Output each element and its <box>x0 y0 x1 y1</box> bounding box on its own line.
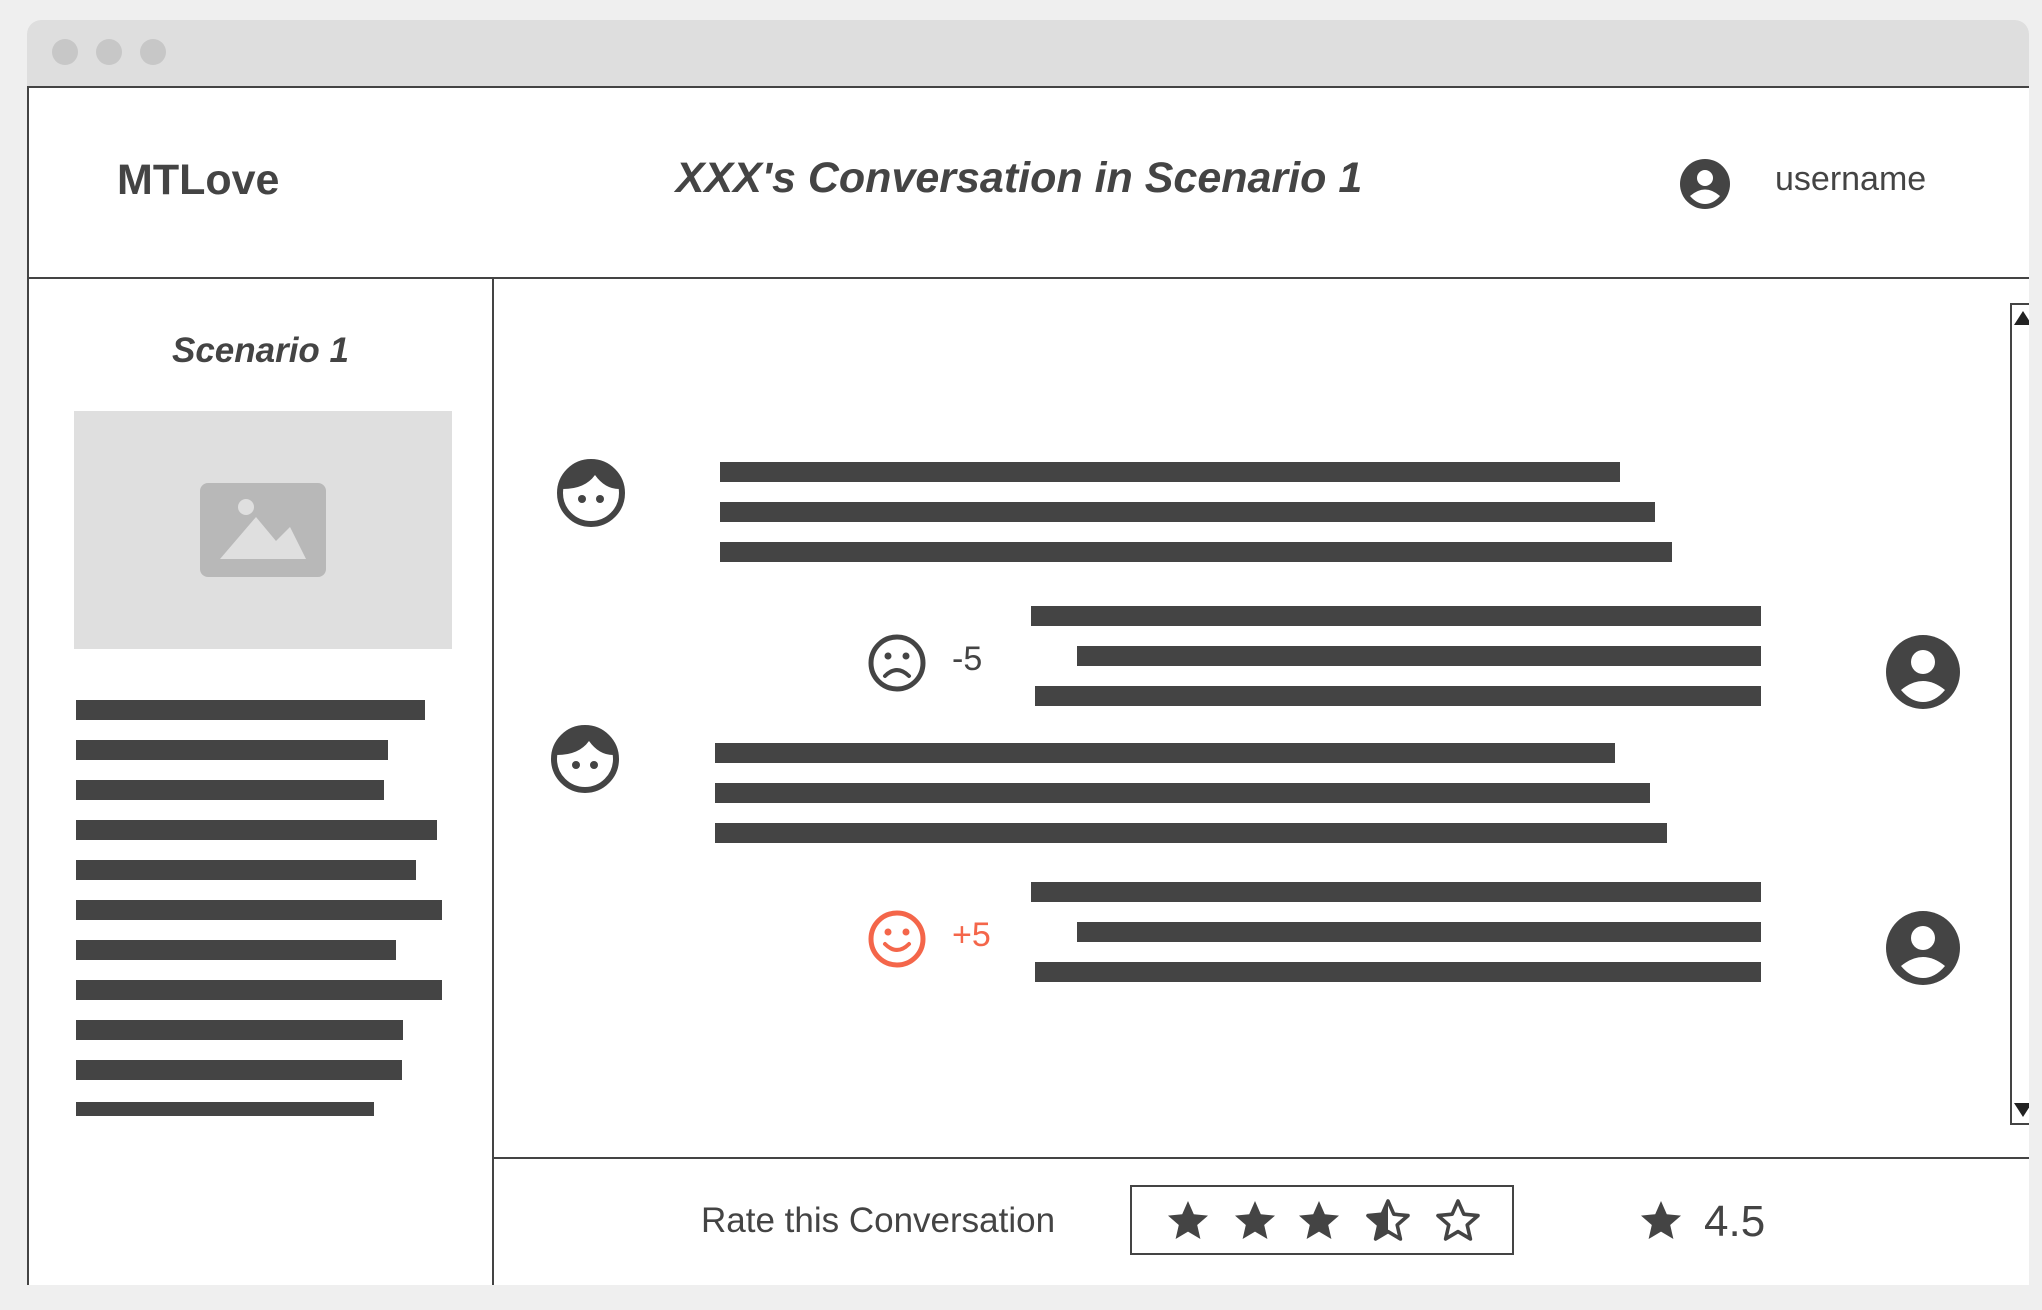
message-line <box>720 462 1620 482</box>
description-line <box>76 1020 403 1040</box>
message-line <box>720 542 1672 562</box>
rate-label: Rate this Conversation <box>701 1201 1056 1240</box>
minimize-dot[interactable] <box>96 39 122 65</box>
description-line <box>76 860 416 880</box>
browser-window: MTLove XXX's Conversation in Scenario 1 … <box>27 20 2029 1285</box>
average-rating-star-icon <box>1641 1201 1681 1239</box>
sad-face-icon[interactable] <box>868 634 926 692</box>
message-line <box>715 743 1615 763</box>
user-avatar-icon <box>1886 911 1960 985</box>
description-line <box>76 1102 374 1116</box>
message-line <box>1031 882 1761 902</box>
star-half-icon[interactable] <box>1364 1197 1412 1245</box>
rating-bar: Rate this Conversation 4.5 <box>494 1157 2029 1285</box>
scenario-sidebar: Scenario 1 <box>29 279 494 1285</box>
star-filled-icon[interactable] <box>1164 1197 1212 1245</box>
user-avatar-icon <box>1886 635 1960 709</box>
message-line <box>1077 922 1761 942</box>
message-line <box>1077 646 1761 666</box>
happy-face-icon[interactable] <box>868 910 926 968</box>
star-filled-icon[interactable] <box>1295 1197 1343 1245</box>
description-line <box>76 820 437 840</box>
username-label[interactable]: username <box>1775 160 1926 199</box>
scenario-image <box>74 411 452 649</box>
description-line <box>76 1060 402 1080</box>
close-dot[interactable] <box>52 39 78 65</box>
scenario-title: Scenario 1 <box>171 331 350 370</box>
star-filled-icon[interactable] <box>1231 1197 1279 1245</box>
maximize-dot[interactable] <box>140 39 166 65</box>
window-titlebar <box>27 20 2029 86</box>
star-rating-input[interactable] <box>1130 1185 1514 1255</box>
message-line <box>715 783 1650 803</box>
image-placeholder-icon <box>200 483 326 577</box>
girl-face-icon <box>551 725 619 793</box>
scroll-up-arrow-icon[interactable] <box>2014 311 2029 325</box>
star-empty-icon[interactable] <box>1434 1197 1482 1245</box>
girl-face-icon <box>557 459 625 527</box>
conversation-scrollbar[interactable] <box>2010 303 2029 1125</box>
average-rating-value: 4.5 <box>1704 1197 1766 1246</box>
page-title-text: XXX's Conversation in Scenario 1 <box>675 154 1363 202</box>
description-line <box>76 940 396 960</box>
message-line <box>1035 686 1761 706</box>
scroll-down-arrow-icon[interactable] <box>2014 1103 2029 1117</box>
message-line <box>715 823 1667 843</box>
message-line <box>1035 962 1761 982</box>
message-score: +5 <box>952 916 991 954</box>
description-line <box>76 740 388 760</box>
description-line <box>76 980 442 1000</box>
conversation-panel: -5 +5 <box>494 279 2029 1155</box>
app-header: MTLove XXX's Conversation in Scenario 1 … <box>29 88 2029 279</box>
app-frame: MTLove XXX's Conversation in Scenario 1 … <box>27 86 2029 1285</box>
description-line <box>76 900 442 920</box>
description-line <box>76 780 384 800</box>
message-line <box>1031 606 1761 626</box>
description-line <box>76 700 425 720</box>
message-line <box>720 502 1655 522</box>
account-icon[interactable] <box>1679 158 1731 210</box>
message-score: -5 <box>952 640 983 678</box>
